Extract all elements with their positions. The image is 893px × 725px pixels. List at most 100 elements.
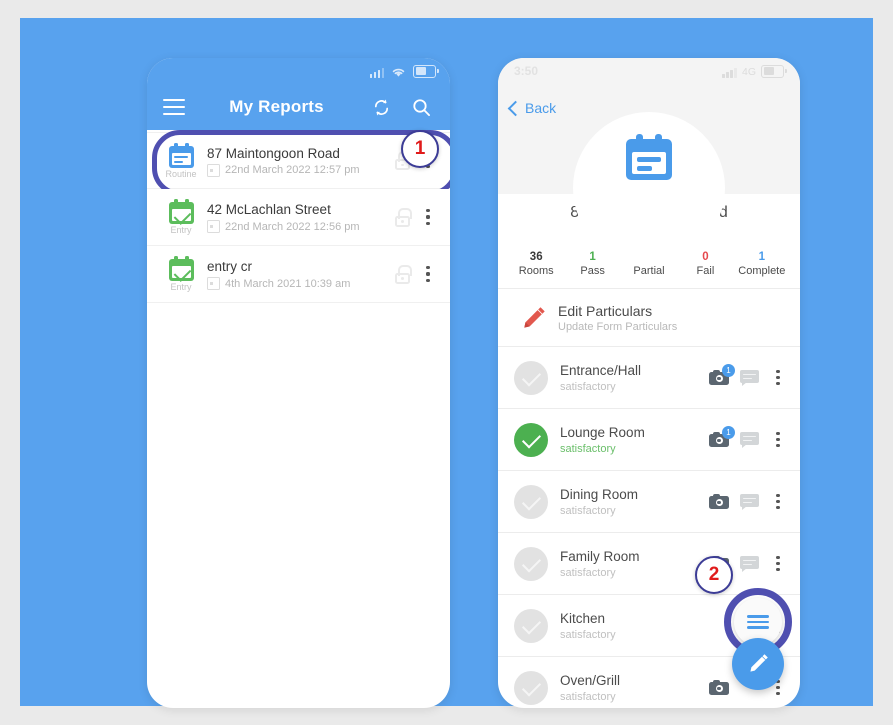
- room-status: satisfactory: [560, 690, 616, 703]
- report-type-icon-group: Entry: [159, 199, 203, 235]
- report-title: 42 McLachlan Street: [207, 202, 331, 217]
- mini-calendar-icon: [207, 163, 220, 177]
- room-row-dining-room[interactable]: Dining Room satisfactory: [498, 471, 800, 533]
- mini-calendar-icon: [207, 277, 220, 290]
- status-check-icon: [514, 670, 548, 705]
- hamburger-menu-icon: [747, 615, 769, 629]
- report-header: Back: [498, 84, 800, 264]
- room-name: Lounge Room: [560, 424, 645, 440]
- room-name: Entrance/Hall: [560, 362, 642, 378]
- blue-background-stage: My Reports Routine 87 Maintongoon Road 2…: [20, 18, 873, 708]
- signal-bars-icon: [369, 67, 384, 78]
- stat-label: Complete: [738, 265, 786, 277]
- pencil-edit-icon: [514, 305, 554, 331]
- comment-icon[interactable]: [740, 431, 759, 448]
- photo-count-badge: 1: [722, 426, 735, 439]
- room-status: satisfactory: [560, 504, 616, 517]
- camera-icon[interactable]: 1: [709, 364, 735, 385]
- stat-label: Rooms: [518, 265, 554, 277]
- pencil-edit-icon: [750, 654, 768, 672]
- back-label: Back: [525, 100, 557, 116]
- stat-label: Pass: [580, 265, 605, 277]
- floating-edit-button[interactable]: [732, 638, 784, 690]
- room-row-lounge-room[interactable]: Lounge Room satisfactory 1: [498, 409, 800, 471]
- room-row-family-room[interactable]: Family Room satisfactory: [498, 533, 800, 595]
- report-date: 22nd March 2022 12:56 pm: [225, 220, 360, 233]
- report-type-label: Routine: [165, 168, 197, 179]
- report-type-label: Entry: [170, 225, 192, 235]
- annotation-badge-1: 1: [401, 130, 439, 168]
- status-check-icon: [514, 608, 548, 643]
- right-phone-screen: 3:50 4G Back 87 Maintongoon Road Routine: [498, 58, 800, 708]
- battery-icon: [761, 64, 787, 78]
- room-row-entrance-hall[interactable]: Entrance/Hall satisfactory 1: [498, 347, 800, 409]
- edit-particulars-title: Edit Particulars: [558, 302, 653, 319]
- report-row-2[interactable]: Entry 42 McLachlan Street 22nd March 202…: [147, 189, 450, 246]
- report-date: 4th March 2021 10:39 am: [225, 277, 351, 290]
- mini-calendar-icon: [207, 220, 220, 233]
- status-check-icon: [514, 546, 548, 581]
- search-icon[interactable]: [408, 94, 434, 120]
- report-type-icon-group: Entry: [159, 256, 203, 292]
- room-name: Dining Room: [560, 486, 639, 502]
- camera-icon[interactable]: 1: [709, 426, 735, 447]
- calendar-report-icon: [168, 142, 194, 168]
- status-time: 3:50: [514, 64, 539, 78]
- camera-icon[interactable]: [709, 680, 729, 695]
- calendar-report-icon: [626, 134, 672, 180]
- room-status: satisfactory: [560, 628, 616, 641]
- stat-label: Fail: [696, 265, 715, 277]
- room-status: satisfactory: [560, 380, 616, 393]
- comment-icon[interactable]: [740, 369, 759, 386]
- back-button[interactable]: Back: [507, 100, 557, 116]
- calendar-check-icon: [168, 256, 194, 282]
- hero-avatar: [573, 112, 725, 264]
- battery-icon: [413, 64, 439, 78]
- report-row-3[interactable]: Entry entry cr 4th March 2021 10:39 am: [147, 246, 450, 303]
- status-check-icon: [514, 484, 548, 519]
- stat-label: Partial: [633, 265, 665, 277]
- report-date: 22nd March 2022 12:57 pm: [225, 164, 360, 176]
- right-status-bar: 3:50 4G: [498, 58, 800, 84]
- annotation-badge-2: 2: [695, 556, 733, 594]
- chevron-left-icon: [507, 100, 524, 116]
- stat-value: 36: [529, 251, 543, 263]
- edit-particulars-subtitle: Update Form Particulars: [558, 320, 678, 333]
- hamburger-menu-icon[interactable]: [163, 99, 185, 115]
- report-title: 87 Maintongoon Road: [207, 145, 340, 161]
- kebab-menu-icon[interactable]: [770, 369, 786, 386]
- wifi-icon: [392, 68, 405, 77]
- comment-icon[interactable]: [740, 555, 759, 572]
- stat-complete: 1 Complete: [734, 250, 790, 279]
- room-name: Kitchen: [560, 610, 606, 626]
- comment-icon[interactable]: [740, 493, 759, 510]
- unlocked-padlock-icon[interactable]: [395, 264, 412, 284]
- report-title: entry cr: [207, 259, 253, 274]
- page-title: My Reports: [229, 97, 324, 116]
- stat-value: 1: [758, 251, 766, 263]
- kebab-menu-icon[interactable]: [420, 266, 436, 282]
- room-name: Oven/Grill: [560, 672, 621, 688]
- report-type-icon-group: Routine: [159, 142, 203, 179]
- unlocked-padlock-icon[interactable]: [395, 207, 412, 227]
- network-type-label: 4G: [741, 65, 756, 78]
- report-type-label: Entry: [170, 282, 192, 292]
- left-app-bar: My Reports: [147, 84, 450, 130]
- edit-particulars-row[interactable]: Edit Particulars Update Form Particulars: [498, 289, 800, 347]
- status-check-icon: [514, 360, 548, 395]
- room-name: Family Room: [560, 548, 640, 564]
- kebab-menu-icon[interactable]: [770, 555, 786, 572]
- signal-bars-icon: [722, 67, 737, 78]
- camera-icon[interactable]: [709, 494, 729, 509]
- kebab-menu-icon[interactable]: [770, 431, 786, 448]
- kebab-menu-icon[interactable]: [420, 209, 436, 225]
- room-status: satisfactory: [560, 442, 616, 455]
- photo-count-badge: 1: [722, 364, 735, 377]
- calendar-check-icon: [168, 199, 194, 225]
- status-check-icon: [514, 422, 548, 457]
- kebab-menu-icon[interactable]: [770, 493, 786, 510]
- stat-rooms: 36 Rooms: [508, 250, 564, 279]
- left-status-bar: [147, 58, 450, 84]
- room-status: satisfactory: [560, 566, 616, 579]
- sync-refresh-icon[interactable]: [368, 94, 394, 120]
